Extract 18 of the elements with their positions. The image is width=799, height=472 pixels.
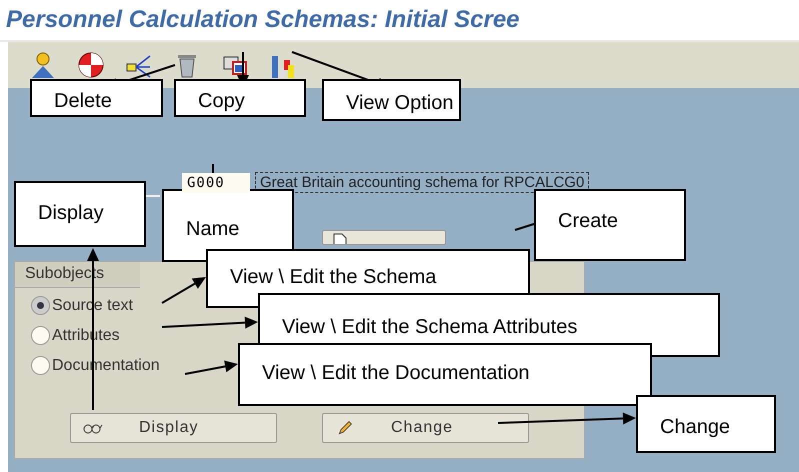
annotation-label: Display (14, 181, 146, 247)
radio-button[interactable] (31, 326, 50, 345)
radio-button[interactable] (31, 356, 50, 375)
radio-button[interactable] (31, 296, 50, 315)
schema-field[interactable]: G000 (182, 172, 250, 192)
ball-icon[interactable] (76, 50, 106, 80)
annotation-label: Create (534, 189, 686, 261)
change-button[interactable]: Change (322, 413, 529, 443)
annotation-label: View Option (322, 79, 461, 121)
annotation-label: Delete (30, 79, 163, 117)
annotation-label: View \ Edit the Documentation (238, 343, 652, 406)
screen-title: Personnel Calculation Schemas: Initial Scree (6, 6, 520, 34)
annotation-label: Change (636, 395, 776, 453)
arrow (162, 277, 206, 304)
annotation-label: Copy (174, 79, 306, 117)
arrow (184, 360, 238, 375)
create-button[interactable] (322, 230, 446, 245)
display-button[interactable]: Display (70, 413, 277, 443)
